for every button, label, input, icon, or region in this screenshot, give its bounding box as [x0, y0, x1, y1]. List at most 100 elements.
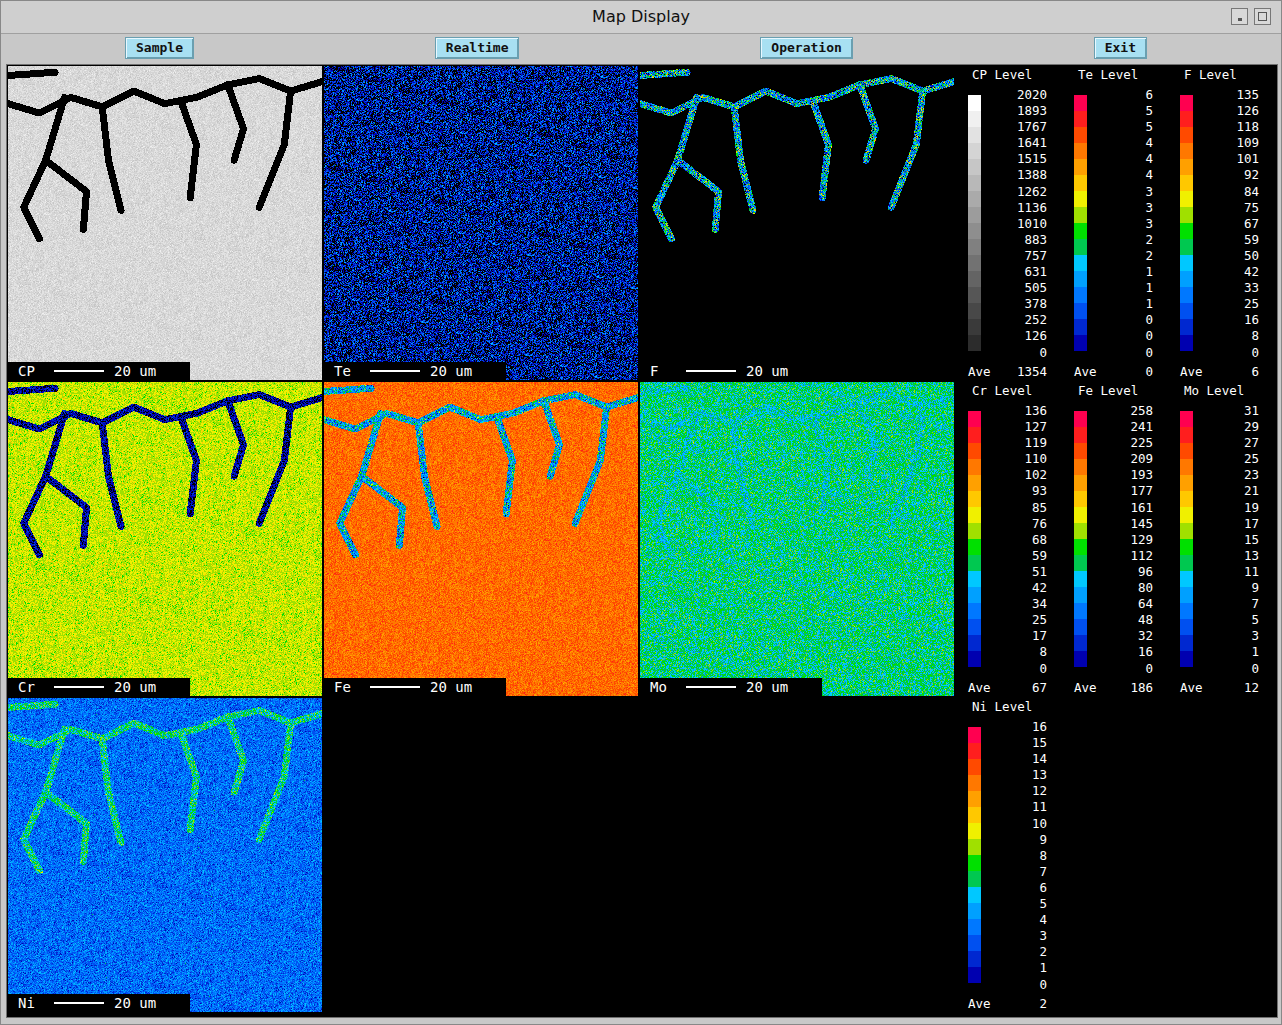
scale-value: 6: [1087, 87, 1153, 103]
scale-value: 1: [1193, 644, 1259, 660]
color-swatch: [968, 411, 981, 427]
scale-bar-line: [54, 370, 104, 372]
scale-values: 1351261181091019284756759504233251680: [1193, 87, 1259, 361]
average: Ave6: [1180, 364, 1259, 380]
scale-value: 161: [1087, 500, 1153, 516]
level-scale: F Level135126118109101928475675950423325…: [1180, 67, 1282, 381]
color-swatch: [968, 555, 981, 571]
color-swatch: [1074, 239, 1087, 255]
scale-value: 0: [981, 345, 1047, 361]
color-swatch: [1180, 175, 1193, 191]
minimize-icon[interactable]: [1231, 8, 1248, 25]
color-swatch: [1180, 303, 1193, 319]
scale-value: 25: [1193, 296, 1259, 312]
scale-value: 25: [981, 612, 1047, 628]
scale-value: 378: [981, 296, 1047, 312]
realtime-button[interactable]: Realtime: [435, 37, 520, 59]
color-swatch: [968, 743, 981, 759]
map-image: [8, 698, 322, 1012]
color-swatch: [968, 255, 981, 271]
average: Ave2: [968, 996, 1047, 1012]
color-swatch: [1180, 507, 1193, 523]
scale-value: 258: [1087, 403, 1153, 419]
element-name: Te: [334, 362, 360, 380]
scale-value: 9: [1193, 580, 1259, 596]
maximize-icon[interactable]: [1254, 8, 1271, 25]
scale-value: 126: [981, 328, 1047, 344]
color-swatch: [1180, 319, 1193, 335]
color-swatch: [1180, 603, 1193, 619]
scale-value: 225: [1087, 435, 1153, 451]
scale-value: 193: [1087, 467, 1153, 483]
map-display-window: Map Display Sample Realtime Operation Exit CP…: [0, 0, 1282, 1025]
scale-value: 0: [1193, 661, 1259, 677]
map-label: Ni20 um: [8, 994, 190, 1012]
sample-button[interactable]: Sample: [125, 37, 194, 59]
color-swatch: [1180, 427, 1193, 443]
average-value: 67: [1032, 680, 1047, 696]
scale-value: 757: [981, 248, 1047, 264]
scale-body: 3129272523211917151311975310: [1180, 403, 1282, 677]
map-image: [8, 382, 322, 696]
map-label: Cr20 um: [8, 678, 190, 696]
scale-value: 4: [1087, 135, 1153, 151]
average-value: 0: [1145, 364, 1153, 380]
scale-body: 1361271191101029385766859514234251780: [968, 403, 1074, 677]
color-swatch: [1180, 255, 1193, 271]
color-swatch: [968, 191, 981, 207]
color-swatch: [1180, 587, 1193, 603]
element-map: F20 um: [640, 66, 954, 380]
color-swatch: [1180, 207, 1193, 223]
color-swatch: [1074, 507, 1087, 523]
scale-value: 135: [1193, 87, 1259, 103]
scale-bar-text: 20 um: [114, 362, 156, 380]
scale-value: 2: [1087, 232, 1153, 248]
map-image: [8, 66, 322, 380]
scale-value: 119: [981, 435, 1047, 451]
scale-value: 7: [981, 864, 1047, 880]
scale-value: 8: [1193, 328, 1259, 344]
scale-row: Ni Level161514131211109876543210Ave2: [968, 697, 1282, 1013]
map-label: CP20 um: [8, 362, 190, 380]
scale-value: 68: [981, 532, 1047, 548]
color-swatch: [1180, 95, 1193, 111]
scale-value: 631: [981, 264, 1047, 280]
scale-value: 7: [1193, 596, 1259, 612]
scale-value: 59: [1193, 232, 1259, 248]
color-swatch: [1074, 619, 1087, 635]
color-swatch: [1074, 443, 1087, 459]
color-swatch: [968, 319, 981, 335]
color-swatch: [1074, 411, 1087, 427]
scale-value: 209: [1087, 451, 1153, 467]
scale-value: 17: [1193, 516, 1259, 532]
scale-title: Ni Level: [968, 699, 1074, 717]
scale-value: 11: [981, 799, 1047, 815]
color-swatch: [1074, 523, 1087, 539]
color-swatch: [1074, 603, 1087, 619]
color-swatch: [1074, 207, 1087, 223]
average-value: 6: [1251, 364, 1259, 380]
window-title: Map Display: [1, 5, 1281, 29]
scale-value: 14: [981, 751, 1047, 767]
scale-value: 101: [1193, 151, 1259, 167]
color-swatch: [968, 239, 981, 255]
level-scale: CP Level20201893176716411515138812621136…: [968, 67, 1074, 381]
color-swatch: [1074, 319, 1087, 335]
color-bar: [1074, 403, 1087, 677]
scale-value: 23: [1193, 467, 1259, 483]
scale-value: 0: [1087, 345, 1153, 361]
color-swatch: [968, 727, 981, 743]
average: Ave186: [1074, 680, 1153, 696]
color-swatch: [1074, 127, 1087, 143]
scale-value: 4: [1087, 167, 1153, 183]
exit-button[interactable]: Exit: [1094, 37, 1147, 59]
operation-button[interactable]: Operation: [760, 37, 852, 59]
scale-value: 8: [981, 848, 1047, 864]
scale-value: 0: [1087, 661, 1153, 677]
scale-value: 76: [981, 516, 1047, 532]
average-label: Ave: [1074, 680, 1097, 696]
scale-value: 241: [1087, 419, 1153, 435]
scale-value: 1136: [981, 200, 1047, 216]
scale-values: 2020189317671641151513881262113610108837…: [981, 87, 1047, 361]
color-swatch: [968, 823, 981, 839]
